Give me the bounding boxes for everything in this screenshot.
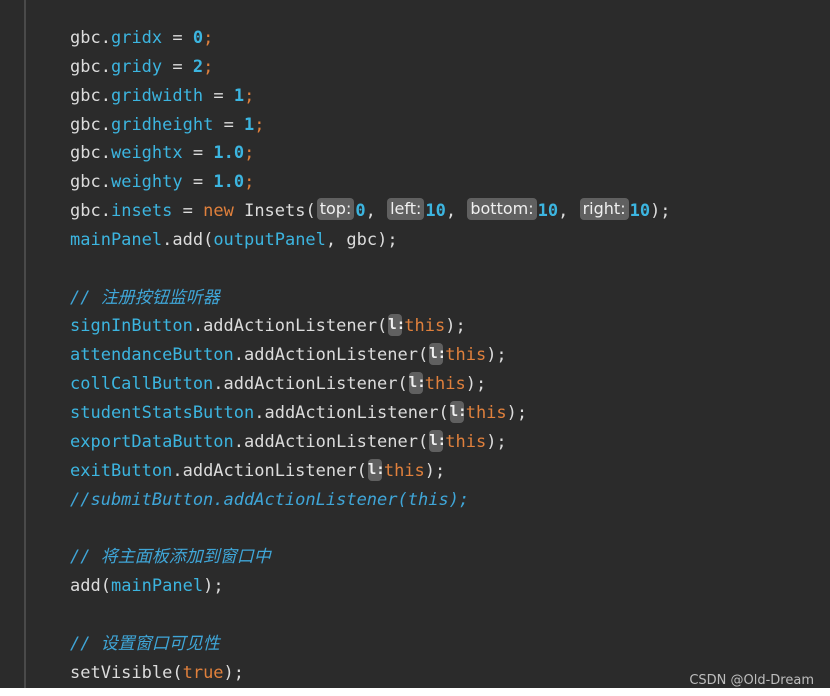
code-editor[interactable]: gbc.gridx = 0; gbc.gridy = 2; gbc.gridwi…: [0, 0, 830, 696]
comment-line: // 设置窗口可见性: [70, 633, 220, 654]
number-literal: 1.0: [213, 143, 245, 164]
object-name: gbc: [70, 143, 101, 164]
code-line-listener: collCallButton.addActionListener(l:this)…: [70, 372, 487, 395]
button-name: collCallButton: [70, 374, 214, 395]
field-name: gridx: [110, 28, 163, 48]
object-name: mainPanel: [70, 229, 163, 250]
number-literal: 1: [233, 85, 245, 106]
code-line-add: mainPanel.add(outputPanel, gbc);: [70, 226, 820, 255]
object-name: gbc: [70, 28, 101, 48]
method-call: setVisible(: [70, 662, 183, 683]
keyword-this: this: [424, 374, 466, 395]
code-line-add-main: add(mainPanel);: [70, 572, 820, 601]
keyword-this: this: [445, 431, 487, 452]
object-name: gbc: [70, 114, 101, 135]
keyword-this: this: [445, 345, 487, 366]
call-close: );: [203, 576, 224, 597]
method-call: .add(: [162, 229, 214, 250]
indent-guide: [24, 0, 26, 688]
comment-line: // 将主面板添加到窗口中: [70, 547, 271, 568]
code-line-listener: attendanceButton.addActionListener(l:thi…: [70, 343, 507, 366]
method-call: add(: [70, 576, 111, 597]
field-name: weighty: [110, 172, 183, 193]
watermark: CSDN @Old-Dream: [689, 673, 814, 688]
method-call: .addActionListener(: [192, 316, 388, 337]
keyword-true: true: [182, 662, 224, 683]
keyword-this: this: [383, 460, 425, 481]
number-literal: 10: [537, 201, 559, 222]
param-hint-l: l:: [429, 429, 446, 452]
code-line: gbc.gridy = 2;: [70, 56, 214, 77]
param-hint-l: l:: [449, 400, 467, 423]
keyword-this: this: [465, 402, 507, 423]
argument: mainPanel: [110, 576, 204, 597]
object-name: gbc: [70, 201, 101, 222]
param-hint-right: right:: [579, 198, 629, 221]
field-name: gridwidth: [110, 85, 204, 106]
number-literal: 10: [629, 201, 651, 222]
code-line: gbc.gridx = 0;: [70, 28, 214, 48]
code-area[interactable]: gbc.gridx = 0; gbc.gridy = 2; gbc.gridwi…: [70, 24, 820, 687]
class-call: Insets(: [244, 201, 316, 222]
param-hint-l: l:: [429, 343, 446, 366]
button-name: signInButton: [70, 316, 193, 337]
code-line-insets: gbc.insets = new Insets(top: 0, left: 10, …: [70, 198, 671, 222]
code-line-listener: signInButton.addActionListener(l:this);: [70, 314, 466, 337]
number-literal: 0: [355, 201, 366, 222]
field-name: weightx: [110, 143, 183, 164]
button-name: exitButton: [70, 460, 173, 481]
button-name: studentStatsButton: [70, 402, 255, 423]
method-call: .addActionListener(: [254, 402, 449, 423]
method-call: .addActionListener(: [233, 345, 429, 366]
code-line: gbc.weightx = 1.0;: [70, 143, 255, 164]
number-literal: 1.0: [213, 172, 245, 193]
param-hint-l: l:: [367, 458, 385, 481]
number-literal: 2: [192, 56, 204, 77]
code-line-listener: exportDataButton.addActionListener(l:thi…: [70, 429, 507, 452]
number-literal: 1: [244, 114, 255, 135]
code-line-listener: studentStatsButton.addActionListener(l:t…: [70, 400, 528, 423]
comment-line: // 注册按钮监听器: [70, 287, 220, 308]
field-name: gridy: [110, 56, 163, 77]
code-line: gbc.weighty = 1.0;: [70, 172, 255, 193]
code-line-listener: exitButton.addActionListener(l:this);: [70, 458, 446, 481]
param-hint-left: left:: [387, 198, 425, 221]
method-call: .addActionListener(: [233, 431, 429, 452]
field-name: gridheight: [110, 114, 214, 135]
code-line: gbc.gridheight = 1;: [70, 114, 265, 135]
button-name: exportDataButton: [70, 431, 234, 452]
param-hint-l: l:: [408, 372, 426, 395]
param-hint-top: top:: [316, 198, 355, 221]
button-name: attendanceButton: [70, 345, 234, 366]
object-name: gbc: [70, 172, 101, 193]
method-call: .addActionListener(: [172, 460, 367, 481]
field-name: insets: [110, 201, 173, 222]
argument: outputPanel: [213, 229, 326, 250]
commented-code-line: //submitButton.addActionListener(this);: [70, 489, 470, 510]
bottom-border: [0, 688, 830, 696]
object-name: gbc: [70, 56, 101, 77]
param-hint-bottom: bottom:: [467, 198, 537, 221]
call-rest: , gbc);: [325, 229, 398, 250]
number-literal: 0: [192, 28, 204, 48]
param-hint-l: l:: [388, 314, 405, 337]
keyword-this: this: [404, 316, 446, 337]
number-literal: 10: [425, 201, 446, 222]
call-close: );: [223, 662, 245, 683]
method-call: .addActionListener(: [213, 374, 408, 395]
code-line: gbc.gridwidth = 1;: [70, 85, 255, 106]
keyword-new: new: [203, 201, 234, 222]
object-name: gbc: [70, 85, 101, 106]
